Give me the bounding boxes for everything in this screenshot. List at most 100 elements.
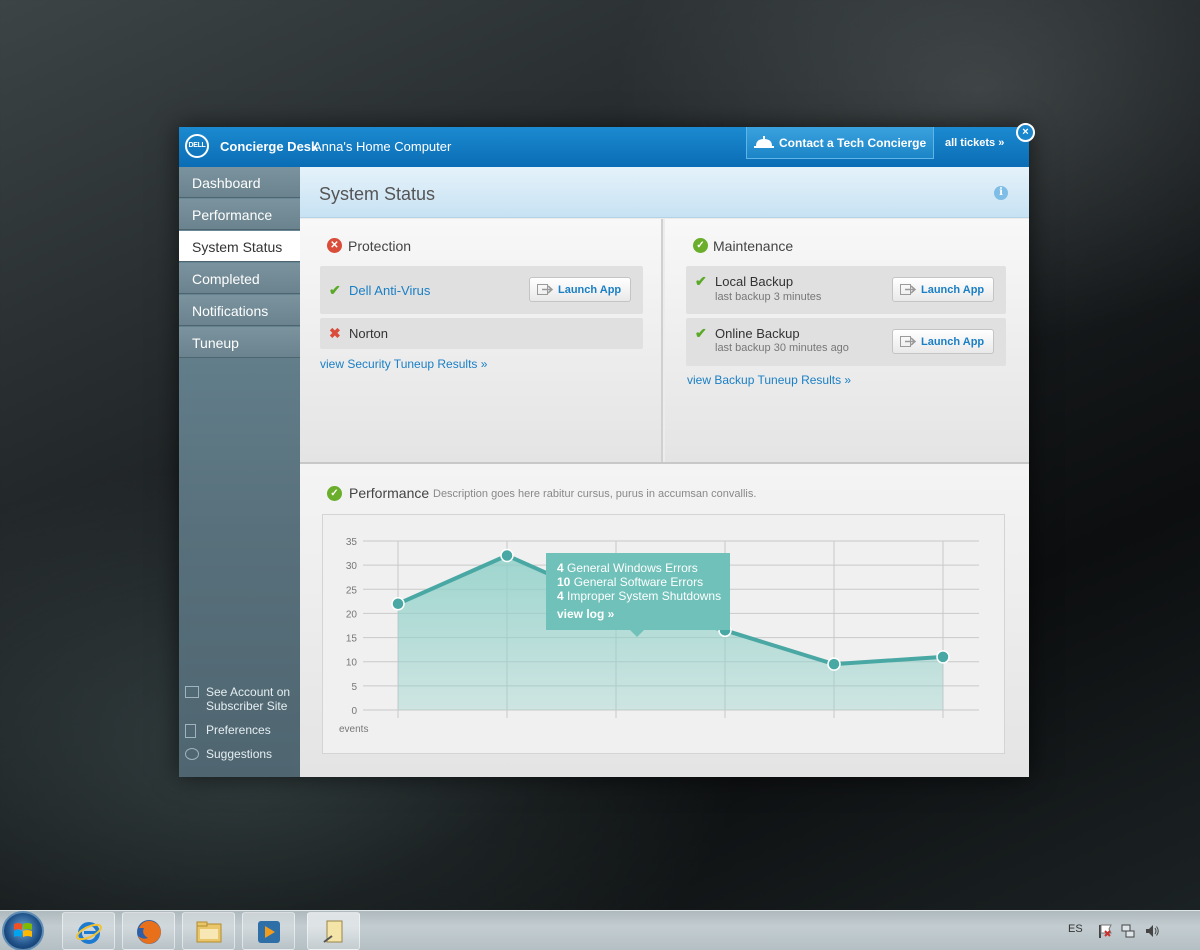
data-point — [391, 597, 405, 611]
contact-tech-concierge-button[interactable]: Contact a Tech Concierge — [746, 127, 934, 159]
launch-arrow-icon — [537, 284, 554, 295]
explorer-folder-icon — [196, 921, 222, 943]
sidebar-item-performance[interactable]: Performance — [179, 199, 300, 230]
performance-section: ✓ Performance Description goes here rabi… — [300, 462, 1029, 777]
view-log-link[interactable]: view log » — [557, 607, 730, 621]
document-icon — [185, 724, 196, 738]
language-indicator[interactable]: ES — [1068, 923, 1083, 935]
taskbar-explorer[interactable] — [182, 912, 235, 950]
preferences-link[interactable]: Preferences — [185, 723, 300, 739]
info-icon[interactable]: i — [994, 186, 1008, 200]
chart-canvas: 0 5 10 15 20 25 30 35 events — [339, 537, 979, 735]
y-axis-label: events — [339, 724, 368, 735]
tooltip-line: 10 General Software Errors — [557, 575, 730, 589]
list-item: ✔ Dell Anti-Virus Launch App — [320, 266, 643, 314]
sidebar-item-completed[interactable]: Completed — [179, 263, 300, 294]
performance-title: Performance — [349, 485, 430, 501]
all-tickets-link[interactable]: all tickets » — [945, 137, 1004, 149]
sidebar-item-system-status[interactable]: System Status — [179, 231, 309, 262]
browser-window-icon — [185, 686, 199, 698]
taskbar-internet-explorer[interactable] — [62, 912, 115, 950]
contact-label: Contact a Tech Concierge — [779, 136, 927, 150]
taskbar-media-player[interactable] — [242, 912, 295, 950]
media-player-icon — [258, 921, 280, 943]
data-point — [827, 657, 841, 671]
see-account-label: See Account on Subscriber Site — [206, 685, 291, 713]
launch-arrow-icon — [900, 336, 917, 347]
sidebar-item-dashboard[interactable]: Dashboard — [179, 167, 300, 198]
y-tick-label: 30 — [346, 561, 358, 572]
page-header: System Status i — [300, 167, 1029, 218]
tooltip-text: Improper System Shutdowns — [567, 589, 722, 603]
start-button[interactable] — [2, 911, 44, 950]
check-icon: ✔ — [695, 273, 707, 289]
local-backup-label: Local Backup — [715, 274, 794, 289]
protection-title: Protection — [348, 238, 412, 254]
see-account-link[interactable]: See Account on Subscriber Site — [185, 685, 300, 715]
tooltip-line: 4 Improper System Shutdowns — [557, 589, 730, 603]
taskbar: ES — [0, 910, 1200, 950]
service-bell-icon — [754, 136, 774, 148]
suggestions-link[interactable]: Suggestions — [185, 747, 300, 763]
view-backup-tuneup-link[interactable]: view Backup Tuneup Results » — [687, 373, 851, 387]
view-security-tuneup-link[interactable]: view Security Tuneup Results » — [320, 357, 487, 371]
data-point — [936, 650, 950, 664]
computer-name: Anna's Home Computer — [313, 139, 452, 154]
error-icon: ✕ — [327, 238, 342, 253]
local-backup-status: last backup 3 minutes — [715, 291, 822, 303]
taskbar-notepad[interactable] — [307, 912, 360, 950]
sidebar-item-tuneup[interactable]: Tuneup — [179, 327, 300, 358]
sidebar-item-notifications[interactable]: Notifications — [179, 295, 300, 326]
concierge-desk-window: DELL Concierge Desk Anna's Home Computer… — [179, 123, 1035, 777]
launch-app-button[interactable]: Launch App — [529, 277, 631, 302]
list-item: ✔ Online Backup last backup 30 minutes a… — [686, 318, 1006, 366]
list-item: ✔ Local Backup last backup 3 minutes Lau… — [686, 266, 1006, 314]
preferences-label: Preferences — [206, 723, 271, 737]
x-icon: ✖ — [329, 325, 341, 341]
launch-app-button[interactable]: Launch App — [892, 329, 994, 354]
volume-icon[interactable] — [1144, 923, 1160, 939]
app-name: Concierge Desk — [220, 139, 319, 154]
dell-anti-virus-link[interactable]: Dell Anti-Virus — [349, 283, 430, 298]
taskbar-firefox[interactable] — [122, 912, 175, 950]
tooltip-count: 4 — [557, 589, 564, 603]
norton-label: Norton — [349, 326, 389, 341]
launch-app-label: Launch App — [921, 284, 985, 296]
tooltip-text: General Software Errors — [573, 575, 704, 589]
tooltip-count: 10 — [557, 575, 571, 589]
check-icon: ✔ — [695, 325, 707, 341]
y-tick-label: 0 — [351, 706, 357, 717]
action-center-flag-icon[interactable] — [1097, 923, 1113, 939]
network-icon[interactable] — [1120, 923, 1136, 939]
performance-chart: 0 5 10 15 20 25 30 35 events 4 General Windows E… — [322, 514, 1005, 754]
speech-bubble-icon — [185, 748, 199, 760]
tooltip-text: General Windows Errors — [567, 561, 698, 575]
launch-arrow-icon — [900, 284, 917, 295]
ok-icon: ✓ — [693, 238, 708, 253]
main-content: System Status i ✕ Protection ✔ Dell Anti… — [300, 167, 1029, 777]
y-tick-label: 35 — [346, 537, 358, 548]
online-backup-label: Online Backup — [715, 326, 800, 341]
y-tick-label: 10 — [346, 658, 358, 669]
online-backup-status: last backup 30 minutes ago — [715, 342, 849, 354]
firefox-icon — [137, 920, 161, 944]
internet-explorer-icon — [76, 922, 102, 944]
data-point — [500, 548, 514, 563]
ok-icon: ✓ — [327, 486, 342, 501]
notepad-icon — [323, 920, 343, 943]
performance-description: Description goes here rabitur cursus, pu… — [433, 488, 757, 500]
y-tick-label: 15 — [346, 634, 358, 645]
maintenance-panel: ✓ Maintenance ✔ Local Backup last backup… — [665, 219, 1029, 462]
tooltip-line: 4 General Windows Errors — [557, 561, 730, 575]
close-icon[interactable]: × — [1016, 123, 1035, 142]
title-bar: DELL Concierge Desk Anna's Home Computer… — [179, 127, 1029, 167]
dell-logo: DELL — [185, 134, 209, 158]
y-tick-label: 20 — [346, 609, 358, 620]
list-item: ✖ Norton — [320, 318, 643, 349]
maintenance-title: Maintenance — [713, 238, 794, 254]
launch-app-label: Launch App — [921, 336, 985, 348]
chart-tooltip: 4 General Windows Errors 10 General Soft… — [546, 553, 730, 637]
check-icon: ✔ — [329, 282, 341, 298]
launch-app-button[interactable]: Launch App — [892, 277, 994, 302]
suggestions-label: Suggestions — [206, 747, 273, 761]
